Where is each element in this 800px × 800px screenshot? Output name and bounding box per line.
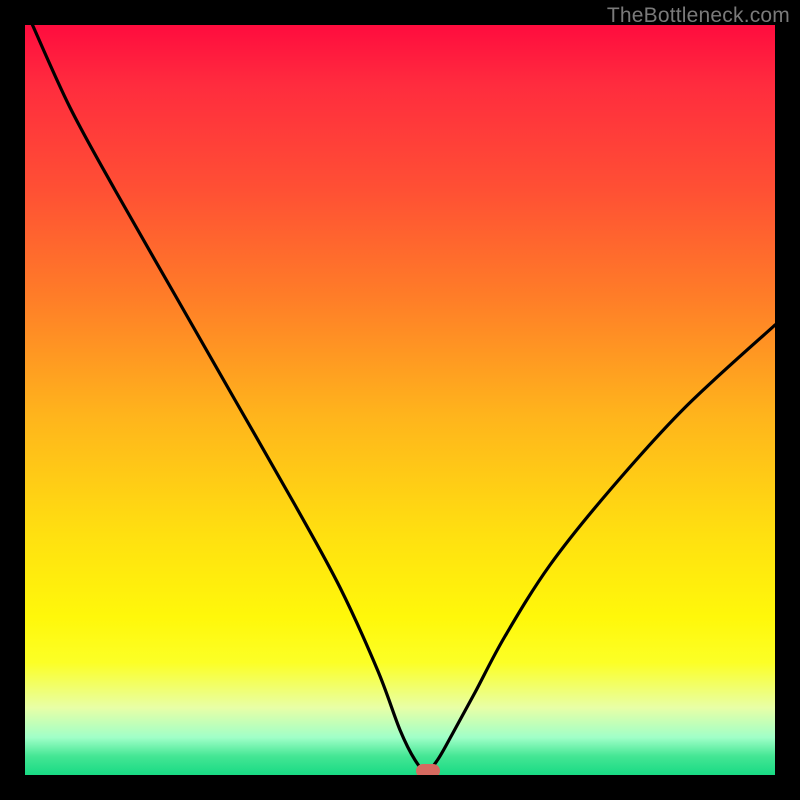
watermark-text: TheBottleneck.com (607, 4, 790, 28)
plot-area (25, 25, 775, 775)
curve-path (33, 25, 776, 771)
optimum-marker (416, 764, 440, 775)
chart-container: TheBottleneck.com (0, 0, 800, 800)
bottleneck-curve (25, 25, 775, 775)
